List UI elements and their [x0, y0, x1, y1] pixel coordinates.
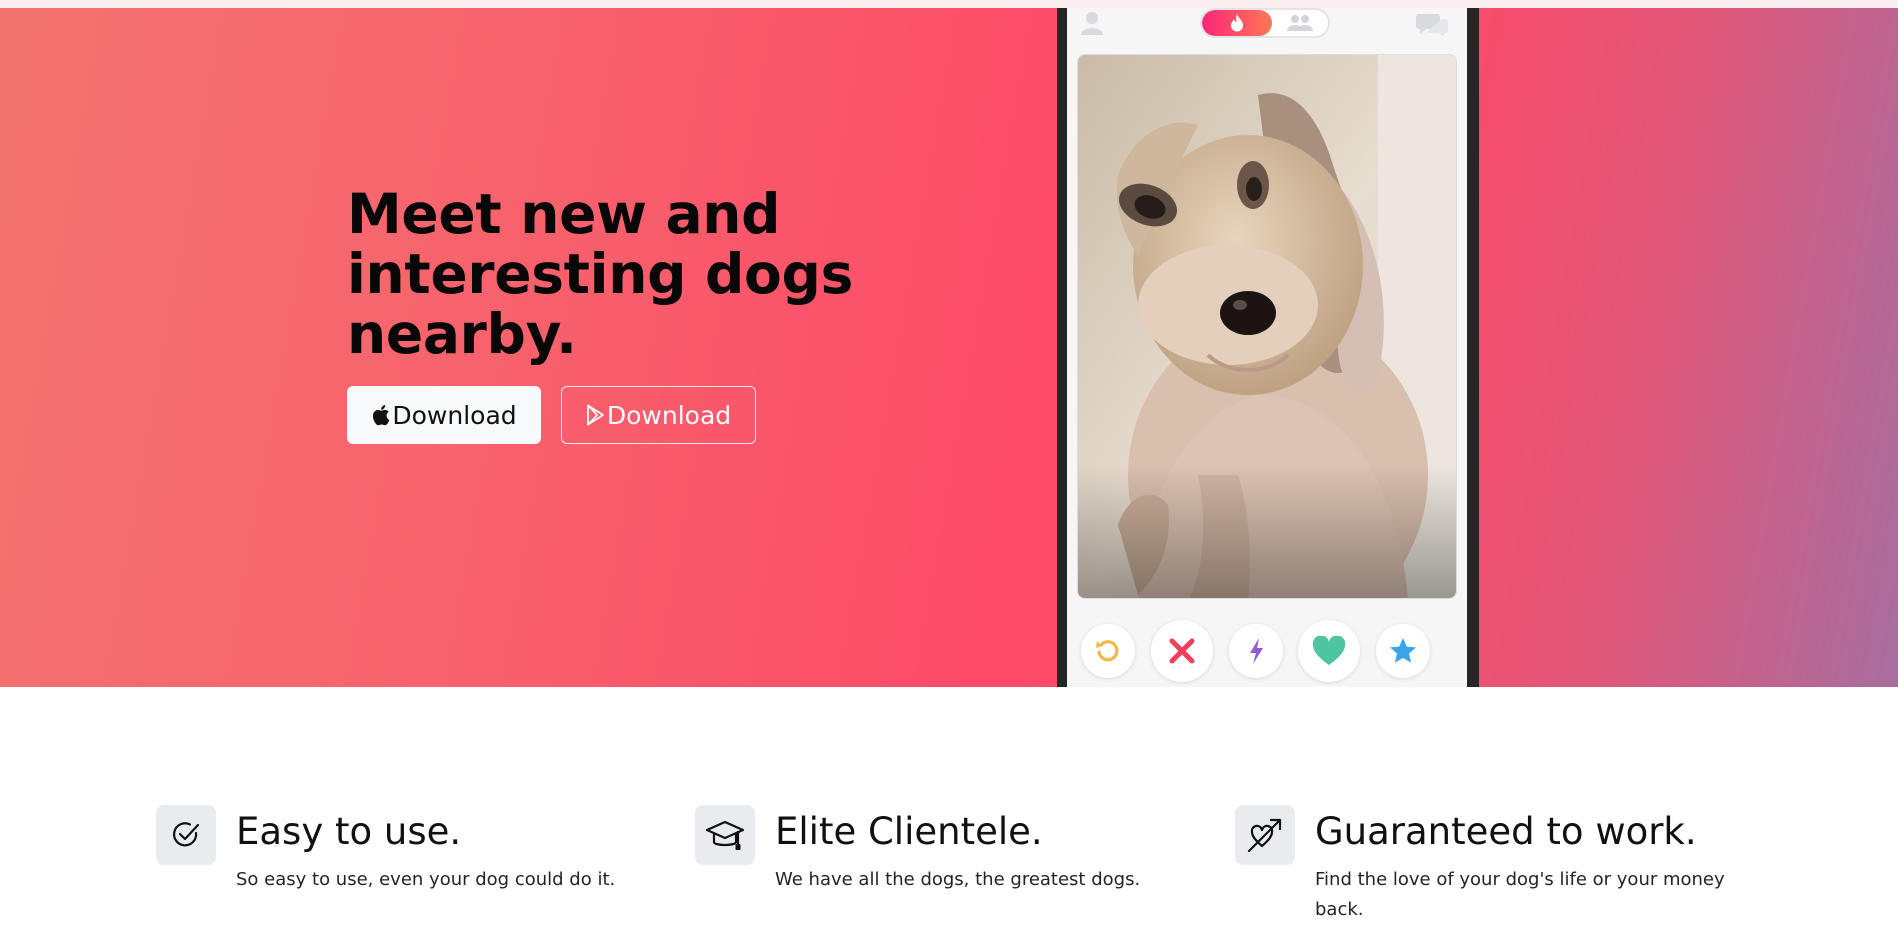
hero-title: Meet new and interesting dogs nearby. [347, 182, 854, 366]
google-play-download-button[interactable]: Download [561, 386, 756, 444]
rewind-icon[interactable] [1081, 624, 1135, 678]
google-play-download-label: Download [606, 400, 732, 430]
flame-icon[interactable] [1202, 10, 1272, 36]
arrow-heart-icon [1235, 805, 1295, 865]
feature-title: Guaranteed to work. [1315, 810, 1697, 853]
boost-icon[interactable] [1229, 624, 1283, 678]
features-section: Easy to use. So easy to use, even your d… [0, 687, 1898, 920]
phone-mockup [1057, 8, 1479, 687]
app-store-download-button[interactable]: Download [347, 386, 541, 444]
phone-top-bar [1067, 8, 1467, 48]
action-buttons [1067, 616, 1467, 686]
feature-guaranteed: Guaranteed to work. Find the love of you… [1235, 805, 1755, 920]
top-strip [0, 0, 1898, 8]
chat-bubbles-icon[interactable] [1415, 10, 1449, 40]
feature-title: Elite Clientele. [775, 810, 1043, 853]
feature-text: So easy to use, even your dog could do i… [236, 869, 616, 890]
apple-icon [371, 404, 390, 426]
group-icon[interactable] [1272, 10, 1328, 36]
super-like-icon[interactable] [1376, 624, 1430, 678]
discover-toggle[interactable] [1200, 8, 1330, 38]
like-icon[interactable] [1298, 620, 1360, 682]
profile-icon[interactable] [1079, 10, 1105, 36]
app-store-download-label: Download [392, 400, 517, 430]
feature-easy-to-use: Easy to use. So easy to use, even your d… [156, 805, 636, 915]
hero-section: Meet new and interesting dogs nearby. Do… [0, 8, 1898, 687]
feature-text: We have all the dogs, the greatest dogs. [775, 869, 1141, 890]
feature-title: Easy to use. [236, 810, 462, 853]
graduation-cap-icon [695, 805, 755, 865]
check-circle-icon [156, 805, 216, 865]
nope-icon[interactable] [1151, 620, 1213, 682]
feature-elite-clientele: Elite Clientele. We have all the dogs, t… [695, 805, 1175, 915]
dog-photo [1077, 54, 1457, 599]
feature-text: Find the love of your dog's life or your… [1315, 869, 1725, 920]
phone-screen [1067, 8, 1467, 687]
google-play-icon [586, 404, 605, 426]
